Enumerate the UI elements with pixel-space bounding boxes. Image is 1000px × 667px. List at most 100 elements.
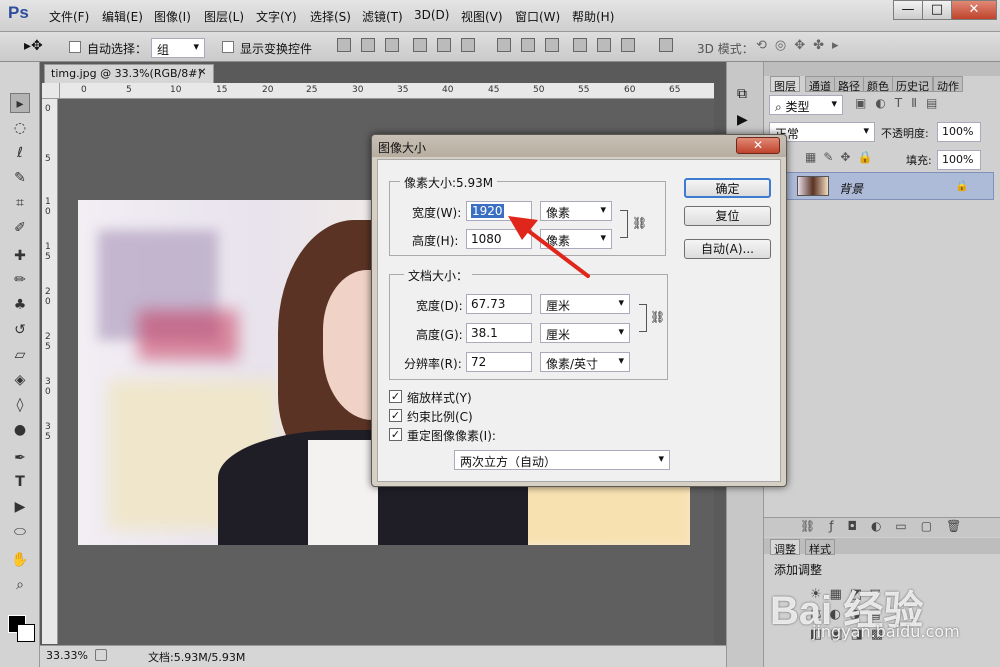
auto-select-target-select[interactable]: 组 — [151, 38, 205, 58]
resample-method-select[interactable]: 两次立方（自动） — [454, 450, 670, 470]
3d-mode-icons[interactable]: ⟲◎✥✤▸ — [756, 38, 847, 53]
resolution-input[interactable]: 72 — [466, 352, 532, 372]
ruler-tick-label: 2 — [45, 332, 51, 342]
eyedropper-tool-icon[interactable]: ✐ — [10, 218, 30, 238]
align-right-icon[interactable] — [461, 38, 475, 52]
annotation-arrow — [508, 216, 590, 278]
hand-tool-icon[interactable]: ✋ — [10, 550, 30, 570]
tab-color[interactable]: 颜色 — [863, 76, 893, 93]
tab-history[interactable]: 历史记 — [892, 76, 933, 93]
opacity-input[interactable]: 100% — [937, 122, 981, 142]
menu-help[interactable]: 帮助(H) — [572, 8, 614, 25]
ruler-tick-label: 5 — [45, 432, 51, 442]
menu-edit[interactable]: 编辑(E) — [102, 8, 143, 25]
pixel-constrain-bracket — [620, 210, 628, 238]
align-hcenter-icon[interactable] — [437, 38, 451, 52]
eraser-tool-icon[interactable]: ▱ — [10, 345, 30, 365]
menu-file[interactable]: 文件(F) — [49, 8, 89, 25]
align-vcenter-icon[interactable] — [361, 38, 375, 52]
zoom-level[interactable]: 33.33% — [46, 649, 88, 662]
paint-bucket-tool-icon[interactable]: ◈ — [10, 370, 30, 390]
menu-type[interactable]: 文字(Y) — [256, 8, 297, 25]
layer-footer-icons[interactable]: ⛓ƒ◘◐▭▢🗑 — [800, 519, 975, 533]
clone-stamp-tool-icon[interactable]: ♣ — [10, 295, 30, 315]
menu-3d[interactable]: 3D(D) — [414, 8, 449, 22]
tab-styles[interactable]: 样式 — [805, 539, 835, 556]
maximize-button[interactable]: □ — [922, 0, 952, 20]
constrain-proportions-checkbox[interactable]: ✓ — [389, 409, 402, 422]
resolution-label: 分辨率(R): — [404, 357, 462, 371]
history-brush-tool-icon[interactable]: ↺ — [10, 320, 30, 340]
align-top-icon[interactable] — [337, 38, 351, 52]
status-menu-icon[interactable] — [95, 649, 107, 661]
tab-layers[interactable]: 图层 — [770, 76, 800, 93]
distribute-vcenter-icon[interactable] — [521, 38, 535, 52]
panel-header — [764, 62, 1000, 76]
close-tab-icon[interactable]: ✕ — [198, 67, 206, 78]
marquee-tool-icon[interactable]: ◌ — [10, 118, 30, 138]
doc-width-unit-select[interactable]: 厘米 — [540, 294, 630, 314]
fill-input[interactable]: 100% — [937, 150, 981, 170]
distribute-bottom-icon[interactable] — [545, 38, 559, 52]
zoom-tool-icon[interactable]: ⌕ — [10, 575, 30, 595]
actions-panel-icon[interactable]: ▶ — [737, 112, 748, 128]
ruler-tick-label: 0 — [45, 207, 51, 217]
layer-filter-icons[interactable]: ▣◐TⅡ▤ — [855, 96, 946, 110]
move-tool-icon[interactable]: ▸ — [10, 93, 30, 113]
align-bottom-icon[interactable] — [385, 38, 399, 52]
auto-select-checkbox[interactable] — [69, 41, 81, 53]
auto-align-icon[interactable] — [659, 38, 673, 52]
close-window-button[interactable]: ✕ — [951, 0, 997, 20]
menu-view[interactable]: 视图(V) — [461, 8, 503, 25]
reset-button[interactable]: 复位 — [684, 206, 771, 226]
distribute-right-icon[interactable] — [621, 38, 635, 52]
dodge-tool-icon[interactable]: ● — [10, 420, 30, 440]
healing-brush-tool-icon[interactable]: ✚ — [10, 246, 30, 266]
type-tool-icon[interactable]: T — [10, 472, 30, 492]
ruler-tick-label: 1 — [45, 197, 51, 207]
minimize-button[interactable]: — — [893, 0, 923, 20]
tab-adjustments[interactable]: 调整 — [770, 539, 800, 556]
auto-button[interactable]: 自动(A)... — [684, 239, 771, 259]
tab-paths[interactable]: 路径 — [834, 76, 864, 93]
layer-name[interactable]: 背景 — [839, 180, 863, 197]
brush-tool-icon[interactable]: ✏ — [10, 270, 30, 290]
resample-checkbox[interactable]: ✓ — [389, 428, 402, 441]
document-size-label: 文档大小： — [404, 267, 473, 284]
crop-tool-icon[interactable]: ⌗ — [10, 193, 30, 213]
lasso-tool-icon[interactable]: ℓ — [10, 143, 30, 163]
document-tab[interactable]: timg.jpg @ 33.3%(RGB/8#) — [44, 64, 214, 83]
dialog-title-bar[interactable]: 图像大小 — [372, 135, 786, 157]
tab-channels[interactable]: 通道 — [805, 76, 835, 93]
layer-filter-select[interactable]: ⌕ 类型 — [769, 95, 843, 115]
dialog-close-button[interactable]: ✕ — [736, 137, 780, 154]
doc-height-input[interactable]: 38.1 — [466, 323, 532, 343]
menu-window[interactable]: 窗口(W) — [515, 8, 560, 25]
ok-button[interactable]: 确定 — [684, 178, 771, 198]
history-panel-icon[interactable]: ⧉ — [737, 86, 747, 102]
path-select-tool-icon[interactable]: ▶ — [10, 497, 30, 517]
doc-height-unit-select[interactable]: 厘米 — [540, 323, 630, 343]
ruler-tick-label: 55 — [578, 85, 590, 95]
menu-filter[interactable]: 滤镜(T) — [362, 8, 403, 25]
doc-width-input[interactable]: 67.73 — [466, 294, 532, 314]
menu-select[interactable]: 选择(S) — [310, 8, 351, 25]
background-color-swatch[interactable] — [17, 624, 35, 642]
quick-select-tool-icon[interactable]: ✎ — [10, 168, 30, 188]
align-left-icon[interactable] — [413, 38, 427, 52]
move-tool-icon[interactable]: ▸✥ — [24, 38, 43, 54]
distribute-top-icon[interactable] — [497, 38, 511, 52]
scale-styles-checkbox[interactable]: ✓ — [389, 390, 402, 403]
distribute-hcenter-icon[interactable] — [597, 38, 611, 52]
menu-image[interactable]: 图像(I) — [154, 8, 191, 25]
show-transform-checkbox[interactable] — [222, 41, 234, 53]
ellipse-shape-tool-icon[interactable]: ⬭ — [10, 522, 30, 542]
menu-layer[interactable]: 图层(L) — [204, 8, 244, 25]
tab-actions[interactable]: 动作 — [933, 76, 963, 93]
blur-tool-icon[interactable]: ◊ — [10, 395, 30, 415]
pen-tool-icon[interactable]: ✒ — [10, 448, 30, 468]
distribute-left-icon[interactable] — [573, 38, 587, 52]
lock-icons[interactable]: ▦✎✥🔒 — [805, 150, 879, 164]
resolution-unit-select[interactable]: 像素/英寸 — [540, 352, 630, 372]
ruler-origin[interactable] — [42, 83, 60, 99]
